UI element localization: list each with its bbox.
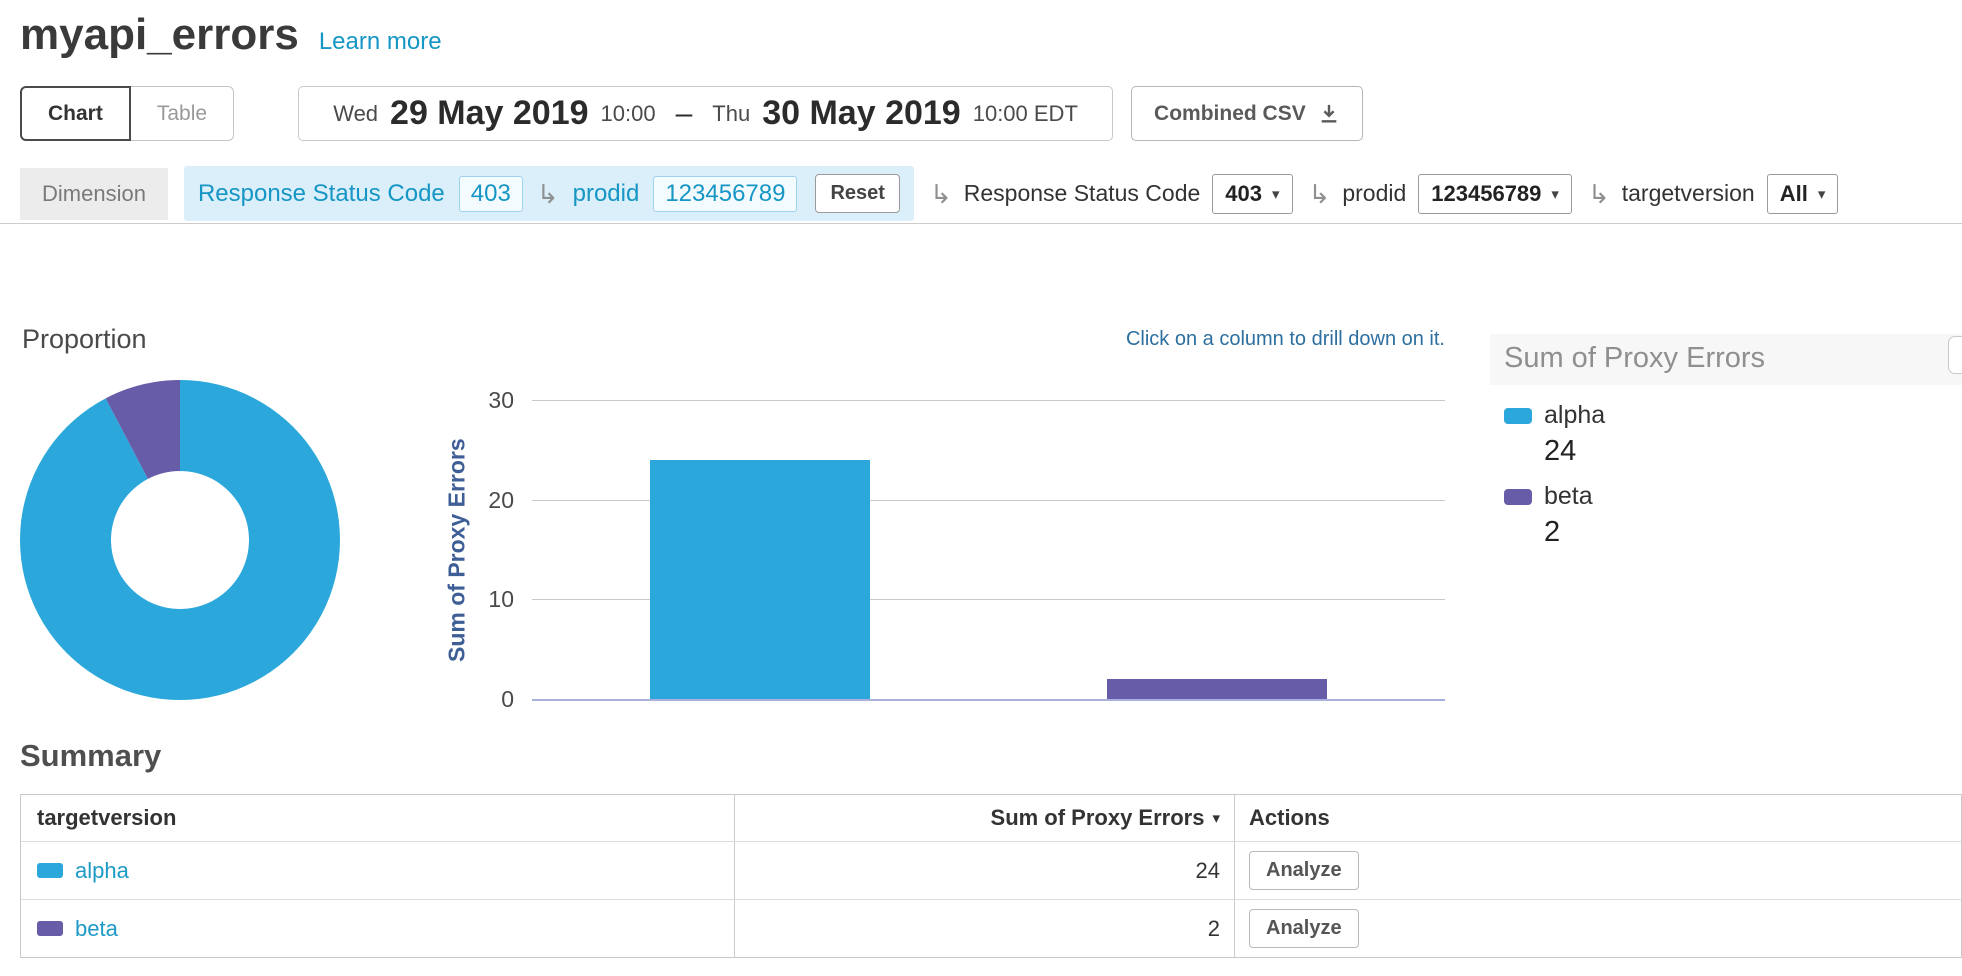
drilldown-arrow-icon: ↳ (1588, 181, 1610, 207)
proportion-title: Proportion (22, 324, 147, 355)
summary-table: targetversion Sum of Proxy Errors ▾ Acti… (20, 794, 1962, 958)
legend-item: beta 2 (1504, 482, 1962, 549)
alpha-swatch (37, 863, 63, 878)
legend-title: Sum of Proxy Errors (1504, 342, 1765, 374)
filter-label: Response Status Code (964, 180, 1201, 207)
legend-items: alpha 24 beta 2 (1490, 385, 1962, 549)
row-value: 2 (1208, 916, 1220, 942)
y-tick-label: 0 (450, 686, 514, 713)
end-date: 30 May 2019 (762, 94, 961, 133)
selected-value: 403 (1225, 181, 1262, 207)
row-link-beta[interactable]: beta (75, 916, 118, 942)
y-axis-title: Sum of Proxy Errors (440, 400, 474, 700)
bar-beta[interactable] (1107, 679, 1327, 699)
date-range-separator: – (676, 97, 693, 131)
drilldown-arrow-icon: ↳ (930, 181, 952, 207)
download-icon (1318, 103, 1340, 125)
legend-collapse-button[interactable] (1948, 336, 1962, 374)
selected-value: 123456789 (1431, 181, 1541, 207)
reset-button[interactable]: Reset (815, 174, 899, 213)
chevron-down-icon: ▾ (1818, 185, 1826, 203)
chart-view-button[interactable]: Chart (20, 86, 131, 141)
filter-targetversion: ↳ targetversion All ▾ (1588, 174, 1838, 214)
targetversion-select[interactable]: All ▾ (1767, 174, 1839, 214)
filter-label: prodid (1342, 180, 1406, 207)
y-tick-label: 20 (450, 487, 514, 514)
toolbar: Chart Table Wed 29 May 2019 10:00 – Thu … (20, 86, 1363, 141)
combined-csv-button[interactable]: Combined CSV (1131, 86, 1363, 141)
bar-alpha[interactable] (650, 460, 870, 699)
breadcrumb-dimension-value[interactable]: 403 (459, 176, 523, 212)
dimension-label: Dimension (20, 168, 168, 220)
report-page: myapi_errors Learn more Chart Table Wed … (0, 0, 1962, 976)
breadcrumb-dimension-label[interactable]: Response Status Code (198, 180, 445, 208)
selected-value: All (1780, 181, 1808, 207)
start-time: 10:00 (601, 101, 656, 127)
column-header-sum-of-proxy-errors[interactable]: Sum of Proxy Errors ▾ (734, 795, 1234, 841)
table-header-row: targetversion Sum of Proxy Errors ▾ Acti… (21, 795, 1961, 841)
row-value: 24 (1196, 858, 1220, 884)
section-divider (0, 223, 1962, 224)
filter-label: targetversion (1622, 180, 1755, 207)
drilldown-arrow-icon: ↳ (537, 181, 559, 207)
chevron-down-icon: ▾ (1272, 185, 1280, 203)
end-day: Thu (712, 101, 750, 127)
filter-prodid: ↳ prodid 123456789 ▾ (1309, 174, 1572, 214)
analyze-button[interactable]: Analyze (1249, 909, 1359, 948)
proportion-donut-chart (20, 380, 340, 700)
beta-swatch (37, 921, 63, 936)
filter-response-status-code: ↳ Response Status Code 403 ▾ (930, 174, 1293, 214)
page-title: myapi_errors (20, 10, 299, 60)
sort-desc-icon: ▾ (1212, 809, 1220, 827)
page-header: myapi_errors Learn more (20, 10, 442, 60)
drilldown-breadcrumb: Response Status Code 403 ↳ prodid 123456… (184, 166, 914, 221)
y-tick-label: 10 (450, 586, 514, 613)
alpha-swatch (1504, 408, 1532, 424)
legend-item-value: 2 (1544, 516, 1962, 549)
breadcrumb-dimension-label[interactable]: prodid (573, 180, 640, 208)
date-range-picker[interactable]: Wed 29 May 2019 10:00 – Thu 30 May 2019 … (298, 86, 1113, 141)
column-header-actions: Actions (1234, 795, 1961, 841)
analyze-button[interactable]: Analyze (1249, 851, 1359, 890)
filter-row: Dimension Response Status Code 403 ↳ pro… (20, 166, 1956, 221)
legend-item-label: alpha (1544, 401, 1605, 430)
beta-swatch (1504, 489, 1532, 505)
learn-more-link[interactable]: Learn more (319, 28, 442, 56)
end-time: 10:00 EDT (973, 101, 1078, 127)
response-status-code-select[interactable]: 403 ▾ (1212, 174, 1292, 214)
drilldown-hint: Click on a column to drill down on it. (532, 328, 1445, 351)
legend-item: alpha 24 (1504, 401, 1962, 468)
x-axis-line (532, 699, 1445, 701)
legend-item-value: 24 (1544, 435, 1962, 468)
legend-header: Sum of Proxy Errors (1490, 334, 1962, 385)
start-day: Wed (333, 101, 378, 127)
bar-chart: 0102030 (532, 400, 1445, 700)
prodid-select[interactable]: 123456789 ▾ (1418, 174, 1572, 214)
summary-title: Summary (20, 738, 161, 774)
y-tick-label: 30 (450, 387, 514, 414)
gridline (532, 400, 1445, 401)
column-header-targetversion[interactable]: targetversion (21, 795, 734, 841)
table-row: alpha 24 Analyze (21, 841, 1961, 899)
row-link-alpha[interactable]: alpha (75, 858, 129, 884)
start-date: 29 May 2019 (390, 94, 589, 133)
table-row: beta 2 Analyze (21, 899, 1961, 957)
table-view-button[interactable]: Table (131, 86, 234, 141)
combined-csv-label: Combined CSV (1154, 102, 1306, 126)
legend-item-label: beta (1544, 482, 1593, 511)
view-toggle: Chart Table (20, 86, 234, 141)
drilldown-arrow-icon: ↳ (1309, 181, 1331, 207)
chevron-down-icon: ▾ (1551, 185, 1559, 203)
breadcrumb-dimension-value[interactable]: 123456789 (653, 176, 797, 212)
legend-panel: Sum of Proxy Errors alpha 24 beta 2 (1490, 334, 1962, 549)
